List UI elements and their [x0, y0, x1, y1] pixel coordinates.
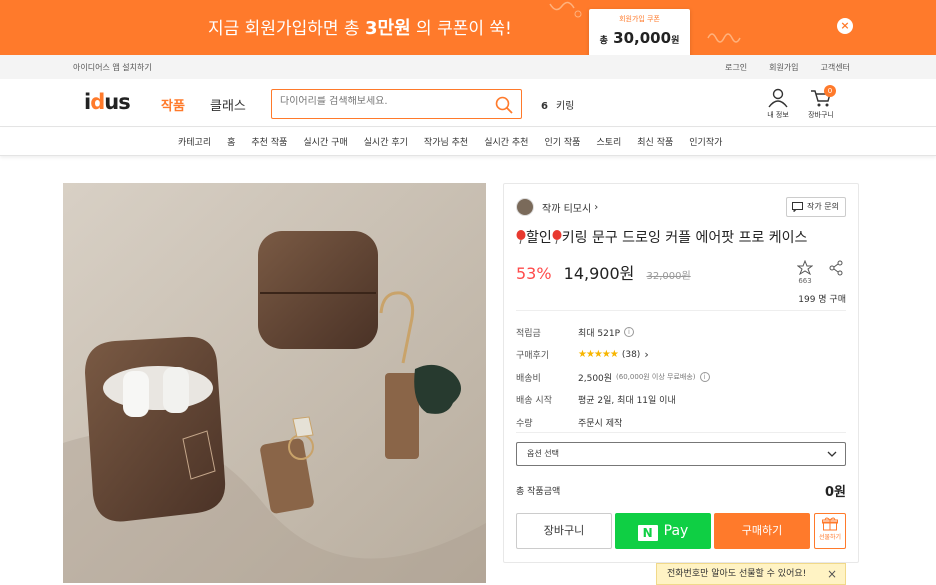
- buyer-count: 199 명 구매: [798, 295, 846, 305]
- points-row: 적립금 최대 521P i: [516, 321, 710, 344]
- total-label: 총 작품금액: [516, 487, 561, 497]
- gift-icon: [822, 517, 838, 531]
- nav-item-recommended[interactable]: 추천 작품: [251, 135, 287, 148]
- login-link[interactable]: 로그인: [725, 62, 747, 73]
- discount-rate: 53%: [516, 264, 552, 283]
- nav-item-home[interactable]: 홈: [227, 135, 235, 148]
- cart-count-badge: 0: [824, 85, 836, 97]
- naver-pay-button[interactable]: N Pay: [615, 513, 711, 549]
- search-box: [271, 89, 522, 119]
- user-icon: [768, 88, 788, 108]
- nav-item-realtime-recommend[interactable]: 실시간 추천: [484, 135, 528, 148]
- utility-bar: 아이디어스 앱 설치하기 로그인 회원가입 고객센터: [0, 55, 936, 79]
- main-header: idus 작품 클래스 6키링 내 정보 0 장바구니: [0, 79, 936, 127]
- quantity-row: 수량 주문시 제작: [516, 418, 623, 429]
- product-image[interactable]: [63, 183, 486, 583]
- chevron-right-icon: ›: [644, 348, 649, 362]
- avatar: [516, 198, 534, 216]
- cart-button[interactable]: 0 장바구니: [806, 85, 836, 120]
- realtime-rank[interactable]: 6 키링: [541, 97, 574, 112]
- nav-item-artist-pick[interactable]: 작가님 추천: [424, 135, 468, 148]
- divider: [516, 310, 846, 311]
- balloon-icon: [516, 230, 526, 244]
- product-photo: [63, 183, 486, 583]
- favorite-button[interactable]: 663: [796, 259, 814, 285]
- add-to-cart-button[interactable]: 장바구니: [516, 513, 612, 549]
- coupon-card: 회원가입 쿠폰 총 30,000원: [589, 9, 690, 55]
- chevron-down-icon: [827, 451, 837, 457]
- support-link[interactable]: 고객센터: [821, 62, 850, 73]
- banner-decoration: [549, 1, 582, 18]
- share-icon[interactable]: [828, 260, 844, 276]
- product-details: 적립금 최대 521P i 구매후기 ★★★★★ (38) › 배송비 2,50…: [516, 321, 710, 434]
- total-price: 0원: [824, 485, 846, 500]
- artist-inquiry-button[interactable]: 작가 문의: [786, 197, 846, 217]
- banner-text: 지금 회원가입하면 총 3만원 의 쿠폰이 쑥!: [208, 18, 512, 39]
- close-icon[interactable]: ×: [827, 564, 837, 584]
- chat-icon: [792, 202, 804, 212]
- idus-logo[interactable]: idus: [84, 90, 131, 114]
- coupon-label: 회원가입 쿠폰: [619, 15, 660, 23]
- product-title: 할인 키링 문구 드로잉 커플 에어팟 프로 케이스: [516, 227, 807, 247]
- rating-stars: ★★★★★: [578, 349, 619, 361]
- review-count: (38): [621, 349, 641, 360]
- category-nav: 카테고리 홈 추천 작품 실시간 구매 실시간 후기 작가님 추천 실시간 추천…: [0, 128, 936, 156]
- search-icon[interactable]: [494, 95, 514, 115]
- star-outline-icon: [796, 259, 814, 276]
- chevron-right-icon: ›: [594, 201, 599, 213]
- sale-price: 14,900원: [563, 264, 635, 283]
- ship-start-row: 배송 시작 평균 2일, 최대 11일 이내: [516, 396, 676, 407]
- artist-name: 작까 티모시: [542, 203, 592, 215]
- coupon-amount: 총 30,000원: [599, 29, 680, 47]
- info-icon[interactable]: i: [624, 327, 635, 338]
- nav-item-popular-artist[interactable]: 인기작가: [689, 135, 722, 148]
- original-price: 32,000원: [646, 271, 691, 282]
- nav-item-latest[interactable]: 최신 작품: [637, 135, 673, 148]
- nav-artwork-tab[interactable]: 작품: [161, 95, 185, 114]
- divider: [516, 432, 846, 433]
- review-row[interactable]: 구매후기 ★★★★★ (38) ›: [516, 344, 710, 367]
- nav-item-category[interactable]: 카테고리: [178, 135, 211, 148]
- signup-link[interactable]: 회원가입: [769, 62, 798, 73]
- app-install-link[interactable]: 아이디어스 앱 설치하기: [73, 62, 152, 73]
- my-info-label: 내 정보: [767, 111, 789, 119]
- gift-tooltip: 전화번호만 알아도 선물할 수 있어요! ×: [656, 563, 846, 585]
- search-input[interactable]: [280, 96, 485, 107]
- nav-item-realtime-purchase[interactable]: 실시간 구매: [303, 135, 347, 148]
- option-select[interactable]: 옵션 선택: [516, 442, 846, 466]
- banner-decoration-wave: [707, 33, 741, 43]
- nav-item-story[interactable]: 스토리: [596, 135, 621, 148]
- close-icon[interactable]: ×: [837, 18, 853, 34]
- shipping-row: 배송비 2,500원 (60,000원 이상 무료배송) i: [516, 366, 710, 389]
- my-info-button[interactable]: 내 정보: [764, 88, 792, 120]
- naver-pay-logo: N: [637, 525, 658, 541]
- info-icon[interactable]: i: [699, 372, 710, 383]
- artist-link[interactable]: 작까 티모시 ›: [516, 198, 598, 216]
- account-links: 로그인 회원가입 고객센터: [703, 62, 850, 73]
- nav-class-tab[interactable]: 클래스: [210, 95, 246, 114]
- cart-label: 장바구니: [808, 111, 834, 119]
- gift-button[interactable]: 선물하기: [814, 513, 846, 549]
- product-info-panel: 작까 티모시 › 작가 문의 할인 키링 문구 드로잉 커플 에어팟 프로 케이스…: [503, 183, 859, 563]
- nav-item-realtime-review[interactable]: 실시간 후기: [364, 135, 408, 148]
- buy-now-button[interactable]: 구매하기: [714, 513, 810, 549]
- favorite-count: 663: [798, 277, 812, 285]
- balloon-icon: [552, 230, 562, 244]
- promo-banner[interactable]: 지금 회원가입하면 총 3만원 의 쿠폰이 쑥! 회원가입 쿠폰 총 30,00…: [0, 0, 936, 55]
- nav-item-popular[interactable]: 인기 작품: [544, 135, 580, 148]
- price-row: 53% 14,900원 32,000원: [516, 260, 691, 284]
